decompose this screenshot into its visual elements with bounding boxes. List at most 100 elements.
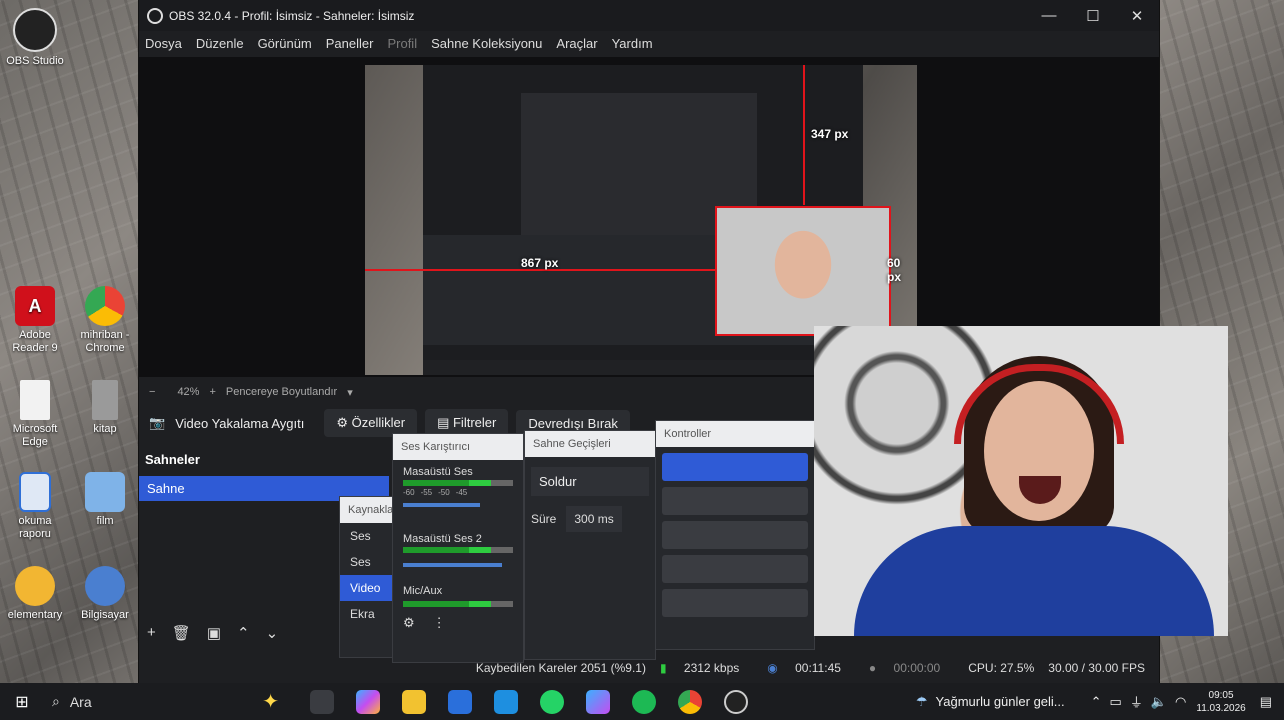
menu-araclar[interactable]: Araçlar	[556, 36, 597, 51]
start-recording-button[interactable]	[662, 487, 808, 515]
menu-yardim[interactable]: Yardım	[612, 36, 653, 51]
move-down-icon[interactable]: ⌄	[266, 624, 279, 642]
fps: 30.00 / 30.00 FPS	[1048, 661, 1145, 675]
record-time-value: 00:00:00	[893, 661, 941, 675]
chrome-taskbar-icon[interactable]	[678, 689, 702, 714]
desktop-icon-label: Adobe Reader 9	[12, 329, 58, 354]
menu-gorunum[interactable]: Görünüm	[258, 36, 312, 51]
store-icon[interactable]	[448, 689, 472, 714]
zoom-out-button[interactable]: −	[149, 386, 155, 398]
chrome-icon	[85, 286, 125, 326]
bitrate: ▮ 2312 kbps	[660, 661, 753, 675]
weather-text[interactable]: Yağmurlu günler geli...	[936, 694, 1065, 709]
whatsapp-icon[interactable]	[540, 689, 564, 714]
menu-bar: Dosya Düzenle Görünüm Paneller Profil Sa…	[139, 31, 1159, 55]
m365-icon[interactable]	[586, 689, 610, 714]
chevron-down-icon[interactable]: ▾	[347, 386, 353, 399]
volume-meter	[403, 547, 513, 553]
notification-icon[interactable]: ▤	[1260, 694, 1272, 710]
desktop-icon-kitap[interactable]: kitap	[72, 380, 138, 436]
mail-icon[interactable]	[494, 689, 518, 714]
chevron-up-icon[interactable]: ⌃	[1091, 694, 1102, 710]
record-time: ● 00:00:00	[869, 661, 954, 675]
nested-taskbar	[423, 360, 863, 375]
filter-icon: ▤	[437, 415, 453, 430]
dropped-frames: Kaybedilen Kareler 2051 (%9.1)	[475, 661, 646, 675]
selected-webcam-source[interactable]	[715, 206, 891, 336]
volume-icon[interactable]: 🔈	[1151, 694, 1167, 710]
menu-duzenle[interactable]: Düzenle	[196, 36, 244, 51]
obs-taskbar-icon[interactable]	[724, 689, 748, 714]
studio-mode-button[interactable]	[662, 555, 808, 583]
signal-icon: ▮	[659, 661, 670, 675]
desktop-icon-label: film	[96, 515, 114, 527]
film-icon	[85, 472, 125, 512]
fit-to-window-button[interactable]: Pencereye Boyutlandır	[226, 386, 337, 398]
duration-input[interactable]: 300 ms	[566, 506, 622, 532]
battery-icon[interactable]: ▭	[1110, 694, 1122, 710]
wifi-icon[interactable]: ◠	[1175, 694, 1186, 710]
add-scene-icon[interactable]: +	[147, 624, 156, 642]
camera-icon: 📷	[149, 415, 166, 430]
menu-paneller[interactable]: Paneller	[326, 36, 374, 51]
controls-title: Kontroller	[656, 421, 814, 447]
distance-label-left: 867 px	[521, 256, 559, 270]
desktop-icon-chrome[interactable]: mihriban - Chrome	[72, 286, 138, 355]
window-title: OBS 32.0.4 - Profil: İsimsiz - Sahneler:…	[169, 8, 415, 23]
meter-tick: -45	[455, 488, 468, 497]
move-up-icon[interactable]: ⌃	[237, 624, 250, 642]
mixer-channel-name: Masaüstü Ses 2	[403, 533, 482, 545]
taskbar: ⊞ ⌕ Ara ✦ ☂ Yağmurlu günler geli... ⌃ ▭ …	[0, 683, 1284, 720]
transitions-dock: Sahne Geçişleri Soldur Süre 300 ms	[524, 430, 656, 660]
desktop-icon-okuma-raporu[interactable]: okuma raporu	[2, 472, 68, 541]
more-options-icon[interactable]: ⋮	[433, 615, 446, 631]
controls-dock: Kontroller	[655, 420, 815, 650]
transitions-title: Sahne Geçişleri	[525, 431, 655, 457]
menu-profil[interactable]: Profil	[387, 36, 417, 51]
volume-meter	[403, 480, 513, 486]
meter-tick: -60	[403, 488, 415, 497]
zoom-in-button[interactable]: +	[209, 386, 215, 398]
minimize-button[interactable]: —	[1027, 7, 1071, 24]
start-streaming-button[interactable]	[662, 453, 808, 481]
task-view-icon[interactable]	[310, 689, 334, 714]
volume-slider[interactable]	[403, 563, 502, 567]
file-explorer-icon[interactable]	[402, 689, 426, 714]
spotify-icon[interactable]	[632, 689, 656, 714]
mixer-channel-name: Masaüstü Ses	[403, 466, 473, 478]
filters-label: Filtreler	[452, 415, 497, 430]
virtual-camera-button[interactable]	[662, 521, 808, 549]
desktop-icon-film[interactable]: film	[72, 472, 138, 528]
close-button[interactable]: ✕	[1115, 7, 1159, 25]
title-bar: OBS 32.0.4 - Profil: İsimsiz - Sahneler:…	[139, 0, 1159, 31]
trash-icon[interactable]: 🗑	[172, 624, 191, 642]
document-icon	[20, 380, 50, 420]
transition-select[interactable]: Soldur	[531, 467, 649, 496]
stream-icon: ◉	[767, 661, 782, 675]
settings-button[interactable]	[662, 589, 808, 617]
scene-filters-icon[interactable]: ▣	[207, 624, 221, 642]
maximize-button[interactable]: ☐	[1071, 7, 1115, 25]
headphones-icon	[954, 364, 1124, 444]
desktop-icon-obs[interactable]: OBS Studio	[2, 8, 68, 68]
advanced-audio-icon[interactable]: ⚙	[403, 615, 415, 631]
desktop-icon-elementary[interactable]: elementary	[2, 566, 68, 622]
guide-line-vertical	[803, 65, 805, 205]
properties-label: Özellikler	[351, 415, 406, 430]
stream-time: ◉ 00:11:45	[767, 661, 855, 675]
desktop-icon-bilgisayar[interactable]: Bilgisayar	[72, 566, 138, 622]
bitrate-value: 2312 kbps	[683, 661, 740, 675]
gear-icon: ⚙	[336, 415, 352, 430]
menu-sahne-koleksiyonu[interactable]: Sahne Koleksiyonu	[431, 36, 542, 51]
menu-dosya[interactable]: Dosya	[145, 36, 182, 51]
taskbar-search[interactable]: ⌕ Ara ✦	[44, 683, 299, 720]
usb-icon[interactable]: ⏚	[1130, 692, 1143, 711]
copilot-icon[interactable]	[356, 689, 380, 714]
desktop-icon-label: OBS Studio	[6, 55, 64, 67]
volume-slider[interactable]	[403, 503, 480, 507]
windows-start-icon[interactable]: ⊞	[0, 692, 44, 712]
desktop-icon-label: Bilgisayar	[81, 609, 129, 621]
desktop-icon-edge[interactable]: Microsoft Edge	[2, 380, 68, 449]
desktop-icon-adobe-reader[interactable]: A Adobe Reader 9	[2, 286, 68, 355]
clock[interactable]: 09:05 11.03.2026	[1196, 689, 1245, 715]
